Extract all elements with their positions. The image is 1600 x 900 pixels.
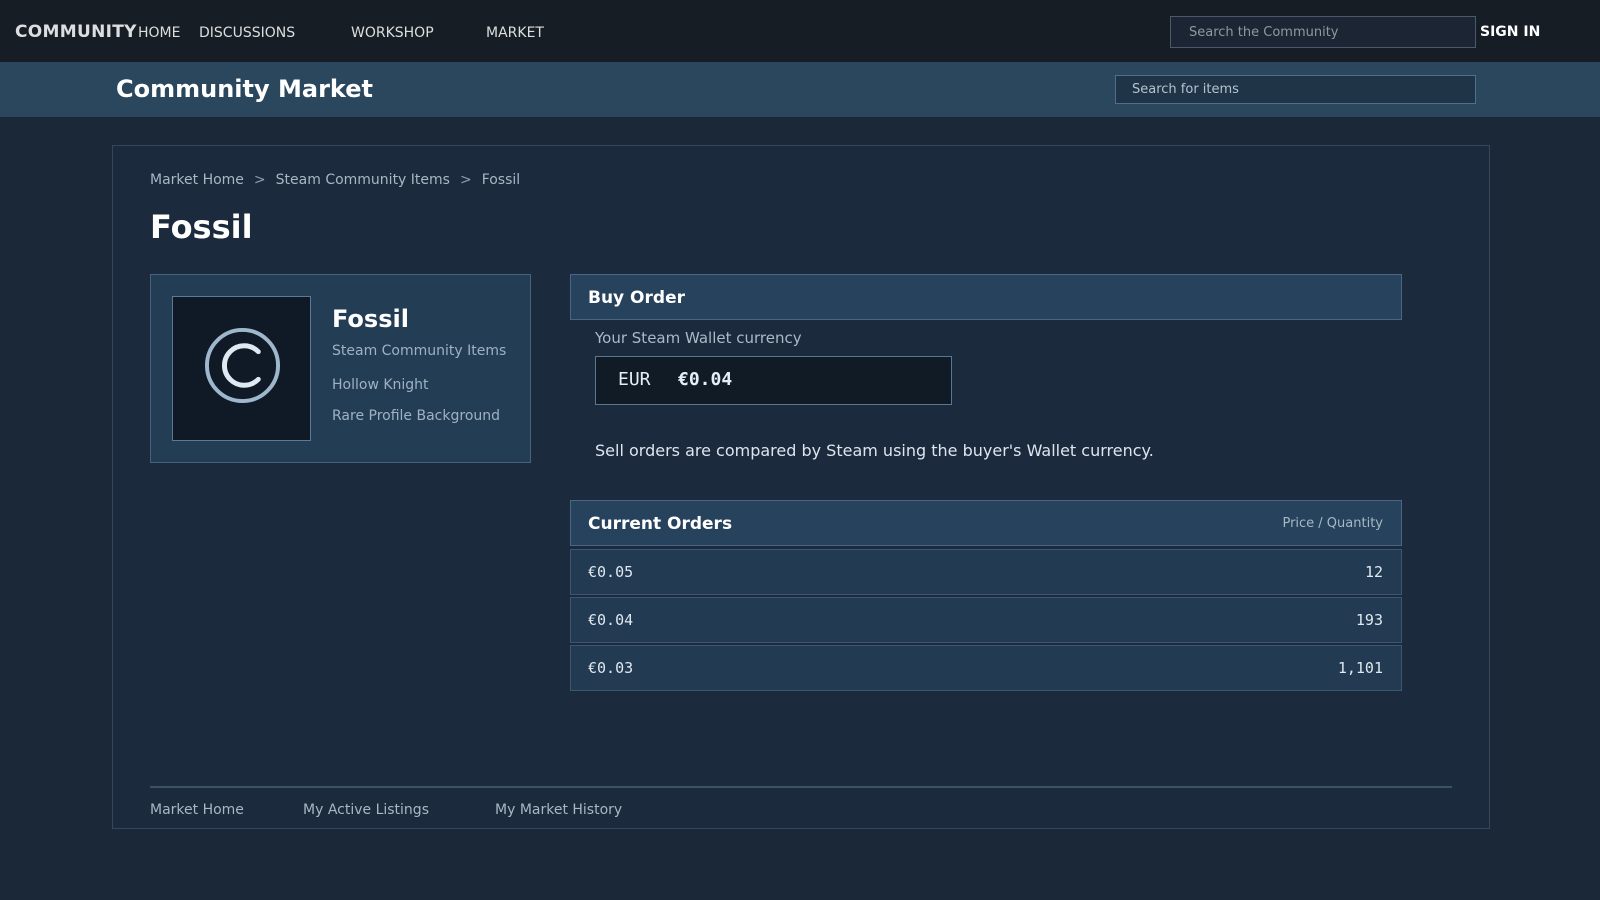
copyright-icon <box>204 327 281 404</box>
sign-in-button[interactable]: SIGN IN <box>1480 24 1540 40</box>
market-listing-panel: Market Home > Steam Community Items > Fossil… <box>112 145 1490 829</box>
order-price: €0.04 <box>588 611 634 629</box>
community-search-input[interactable] <box>1170 16 1476 48</box>
order-row[interactable]: €0.04 193 <box>570 597 1402 643</box>
market-search-input[interactable] <box>1115 75 1476 104</box>
footer-market-history-link[interactable]: My Market History <box>495 802 622 818</box>
buy-order-header: Buy Order <box>570 274 1402 320</box>
current-orders-title: Current Orders <box>588 514 733 534</box>
wallet-currency-code: EUR <box>618 369 651 390</box>
item-name: Fossil <box>332 305 409 333</box>
breadcrumb-current-item[interactable]: Fossil <box>482 172 521 188</box>
breadcrumb-market-home[interactable]: Market Home <box>150 172 244 188</box>
community-brand-link[interactable]: COMMUNITY <box>15 22 137 42</box>
order-price: €0.05 <box>588 563 634 581</box>
item-card: Fossil Steam Community Items Hollow Knig… <box>150 274 531 463</box>
wallet-amount: €0.04 <box>678 369 733 390</box>
footer-market-home-link[interactable]: Market Home <box>150 802 244 818</box>
market-title[interactable]: Community Market <box>116 75 373 103</box>
breadcrumb: Market Home > Steam Community Items > Fossil <box>150 172 520 188</box>
item-type: Rare Profile Background <box>332 408 501 424</box>
order-quantity: 1,101 <box>1337 659 1383 677</box>
nav-home-link[interactable]: HOME <box>138 25 180 41</box>
item-game: Hollow Knight <box>332 377 429 393</box>
price-quantity-column-label: Price / Quantity <box>1282 516 1383 531</box>
order-row[interactable]: €0.03 1,101 <box>570 645 1402 691</box>
wallet-price-box[interactable]: EUR €0.04 <box>595 356 952 405</box>
nav-workshop-link[interactable]: WORKSHOP <box>351 25 434 41</box>
footer-active-listings-link[interactable]: My Active Listings <box>303 802 429 818</box>
order-price: €0.03 <box>588 659 634 677</box>
top-navigation-bar: COMMUNITY HOME DISCUSSIONS WORKSHOP MARK… <box>0 0 1600 62</box>
nav-discussions-link[interactable]: DISCUSSIONS <box>199 25 295 41</box>
footer-divider <box>150 786 1452 788</box>
buy-order-title: Buy Order <box>588 288 685 308</box>
order-quantity: 12 <box>1364 563 1383 581</box>
order-quantity: 193 <box>1355 611 1383 629</box>
current-orders-header: Current Orders Price / Quantity <box>570 500 1402 546</box>
breadcrumb-separator: > <box>253 172 266 188</box>
wallet-currency-label: Your Steam Wallet currency <box>595 329 802 347</box>
market-header-bar: Community Market <box>0 62 1600 117</box>
order-row[interactable]: €0.05 12 <box>570 549 1402 595</box>
breadcrumb-community-items[interactable]: Steam Community Items <box>276 172 450 188</box>
nav-market-link[interactable]: MARKET <box>486 25 544 41</box>
sell-orders-note: Sell orders are compared by Steam using … <box>595 441 1154 460</box>
breadcrumb-separator: > <box>459 172 472 188</box>
item-category: Steam Community Items <box>332 343 507 359</box>
item-image[interactable] <box>172 296 311 441</box>
page-title: Fossil <box>150 208 253 246</box>
